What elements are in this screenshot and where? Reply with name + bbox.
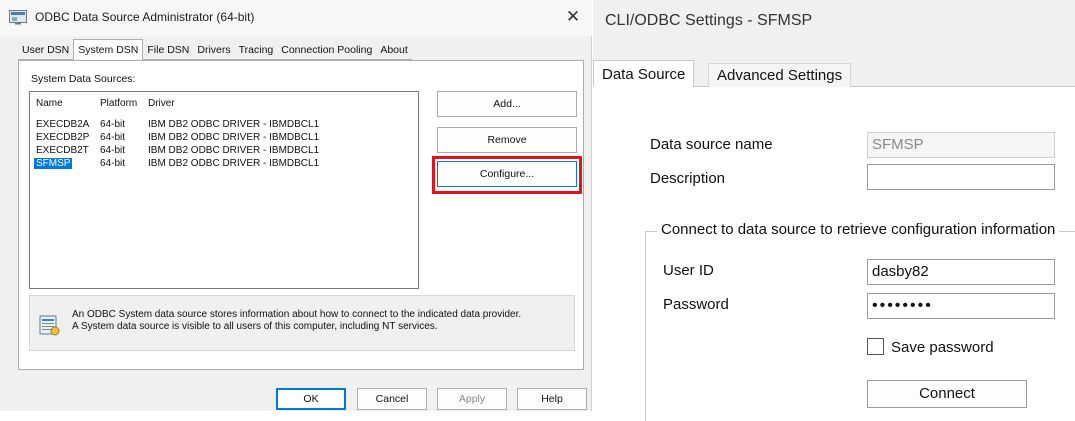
data-source-list[interactable]: Name Platform Driver EXECDB2A 64-bit IBM…: [29, 91, 419, 289]
list-item[interactable]: EXECDB2T 64-bit IBM DB2 ODBC DRIVER - IB…: [30, 145, 418, 158]
odbc-app-icon: [9, 10, 27, 25]
column-header-platform[interactable]: Platform: [100, 98, 137, 109]
info-line-1: An ODBC System data source stores inform…: [72, 309, 522, 320]
tab-system-dsn[interactable]: System DSN: [73, 39, 144, 60]
tab-drivers[interactable]: Drivers: [193, 41, 235, 60]
tab-file-dsn[interactable]: File DSN: [143, 41, 194, 60]
tab-user-dsn[interactable]: User DSN: [18, 41, 74, 60]
odbc-administrator-window: ODBC Data Source Administrator (64-bit) …: [0, 0, 592, 411]
system-dsn-panel: System Data Sources: Name Platform Drive…: [18, 60, 584, 370]
info-box: An ODBC System data source stores inform…: [29, 295, 575, 351]
dsn-platform: 64-bit: [100, 145, 126, 156]
list-header: Name Platform Driver: [30, 98, 418, 111]
cancel-button[interactable]: Cancel: [357, 388, 427, 410]
list-item[interactable]: EXECDB2P 64-bit IBM DB2 ODBC DRIVER - IB…: [30, 132, 418, 145]
tab-strip: Data Source Advanced Settings: [593, 56, 1075, 88]
connect-group-label: Connect to data source to retrieve confi…: [657, 221, 1060, 238]
window-title: CLI/ODBC Settings - SFMSP: [605, 12, 813, 29]
title-bar: ODBC Data Source Administrator (64-bit) …: [0, 0, 592, 36]
dsn-name: SFMSP: [34, 158, 73, 169]
window-title: ODBC Data Source Administrator (64-bit): [35, 10, 255, 24]
dsn-platform: 64-bit: [100, 132, 126, 143]
column-header-driver[interactable]: Driver: [148, 98, 175, 109]
dsn-driver: IBM DB2 ODBC DRIVER - IBMDBCL1: [148, 145, 320, 156]
dsn-driver: IBM DB2 ODBC DRIVER - IBMDBCL1: [148, 132, 320, 143]
tab-connection-pooling[interactable]: Connection Pooling: [277, 41, 377, 60]
database-info-icon: [39, 315, 60, 336]
configure-button[interactable]: Configure...: [437, 161, 577, 187]
tab-data-source[interactable]: Data Source: [593, 60, 695, 88]
password-field[interactable]: ••••••••: [867, 293, 1055, 319]
data-source-name-label: Data source name: [650, 136, 773, 153]
data-source-name-field: SFMSP: [867, 132, 1055, 158]
tab-about[interactable]: About: [376, 41, 412, 60]
list-item-selected[interactable]: SFMSP 64-bit IBM DB2 ODBC DRIVER - IBMDB…: [30, 158, 418, 171]
dsn-name: EXECDB2A: [36, 119, 90, 130]
help-button[interactable]: Help: [517, 388, 587, 410]
description-field[interactable]: [867, 164, 1055, 190]
user-id-field[interactable]: dasby82: [867, 259, 1055, 285]
info-text: An ODBC System data source stores inform…: [72, 309, 572, 333]
remove-button[interactable]: Remove: [437, 127, 577, 153]
description-label: Description: [650, 170, 726, 187]
ok-button[interactable]: OK: [276, 388, 346, 410]
dsn-driver: IBM DB2 ODBC DRIVER - IBMDBCL1: [148, 119, 320, 130]
tab-strip: User DSN System DSN File DSN Drivers Tra…: [18, 39, 412, 61]
close-icon[interactable]: ✕: [560, 4, 586, 30]
dsn-platform: 64-bit: [100, 158, 126, 169]
save-password-label[interactable]: Save password: [891, 339, 994, 356]
add-button[interactable]: Add...: [437, 91, 577, 117]
tab-advanced-settings[interactable]: Advanced Settings: [708, 63, 852, 87]
info-line-2: A System data source is visible to all u…: [72, 321, 438, 332]
dsn-platform: 64-bit: [100, 119, 126, 130]
data-source-panel: Data source name SFMSP Description Conne…: [593, 87, 1075, 421]
connect-button[interactable]: Connect: [867, 380, 1027, 408]
system-data-sources-label: System Data Sources:: [31, 73, 136, 85]
cli-odbc-settings-window: CLI/ODBC Settings - SFMSP Data Source Ad…: [593, 0, 1075, 421]
list-item[interactable]: EXECDB2A 64-bit IBM DB2 ODBC DRIVER - IB…: [30, 119, 418, 132]
dsn-name: EXECDB2T: [36, 145, 89, 156]
save-password-checkbox[interactable]: [867, 338, 884, 355]
column-header-name[interactable]: Name: [36, 98, 63, 109]
dsn-name: EXECDB2P: [36, 132, 90, 143]
user-id-label: User ID: [663, 262, 714, 279]
dsn-driver: IBM DB2 ODBC DRIVER - IBMDBCL1: [148, 158, 320, 169]
password-label: Password: [663, 296, 729, 313]
apply-button[interactable]: Apply: [437, 388, 507, 410]
tab-tracing[interactable]: Tracing: [234, 41, 278, 60]
